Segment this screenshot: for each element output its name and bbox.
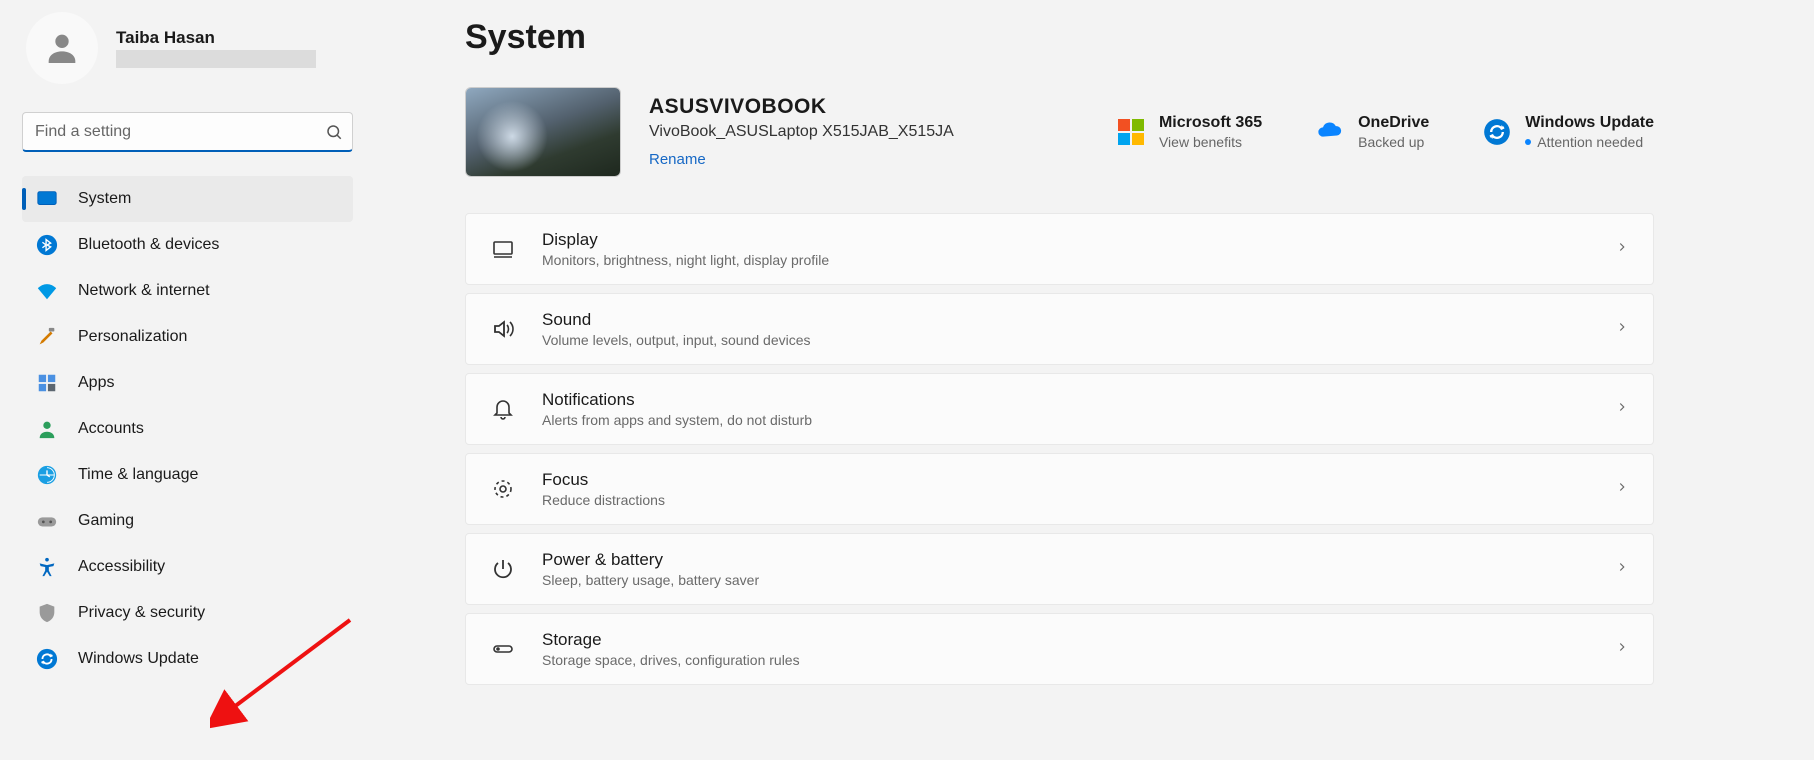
status-sub: Backed up	[1358, 134, 1429, 150]
setting-title: Sound	[542, 310, 811, 330]
paintbrush-icon	[36, 326, 58, 348]
setting-title: Power & battery	[542, 550, 759, 570]
sidebar-item-windows-update[interactable]: Windows Update	[22, 636, 353, 682]
sidebar-nav: System Bluetooth & devices Network & int…	[22, 176, 353, 682]
sidebar-item-label: Gaming	[78, 512, 134, 530]
sidebar-item-privacy[interactable]: Privacy & security	[22, 590, 353, 636]
status-title: Microsoft 365	[1159, 114, 1262, 132]
sidebar-item-personalization[interactable]: Personalization	[22, 314, 353, 360]
bluetooth-icon	[36, 234, 58, 256]
setting-title: Storage	[542, 630, 800, 650]
status-m365[interactable]: Microsoft 365 View benefits	[1117, 114, 1262, 150]
device-name: ASUSVIVOBOOK	[649, 95, 1069, 119]
chevron-right-icon	[1615, 320, 1629, 339]
profile-name: Taiba Hasan	[116, 28, 316, 48]
settings-list: Display Monitors, brightness, night ligh…	[465, 213, 1654, 685]
apps-icon	[36, 372, 58, 394]
rename-link[interactable]: Rename	[649, 151, 706, 168]
device-model: VivoBook_ASUSLaptop X515JAB_X515JA	[649, 123, 1069, 141]
sidebar-item-label: Time & language	[78, 466, 198, 484]
setting-desc: Monitors, brightness, night light, displ…	[542, 252, 829, 268]
setting-desc: Volume levels, output, input, sound devi…	[542, 332, 811, 348]
sidebar-item-bluetooth[interactable]: Bluetooth & devices	[22, 222, 353, 268]
update-icon	[1483, 118, 1511, 146]
sidebar: Taiba Hasan System Bluetooth & devices	[0, 0, 375, 760]
setting-row-notifications[interactable]: Notifications Alerts from apps and syste…	[465, 373, 1654, 445]
update-icon	[36, 648, 58, 670]
device-summary: ASUSVIVOBOOK VivoBook_ASUSLaptop X515JAB…	[465, 87, 1654, 177]
sidebar-item-label: Network & internet	[78, 282, 210, 300]
sidebar-item-label: Windows Update	[78, 650, 199, 668]
setting-row-storage[interactable]: Storage Storage space, drives, configura…	[465, 613, 1654, 685]
chevron-right-icon	[1615, 560, 1629, 579]
profile-email-redacted	[116, 50, 316, 68]
storage-icon	[490, 636, 516, 662]
bell-icon	[490, 396, 516, 422]
power-icon	[490, 556, 516, 582]
focus-icon	[490, 476, 516, 502]
clock-globe-icon	[36, 464, 58, 486]
chevron-right-icon	[1615, 240, 1629, 259]
display-icon	[490, 236, 516, 262]
setting-row-sound[interactable]: Sound Volume levels, output, input, soun…	[465, 293, 1654, 365]
sidebar-item-label: Bluetooth & devices	[78, 236, 219, 254]
chevron-right-icon	[1615, 480, 1629, 499]
sidebar-item-time[interactable]: Time & language	[22, 452, 353, 498]
status-onedrive[interactable]: OneDrive Backed up	[1316, 114, 1429, 150]
status-title: OneDrive	[1358, 114, 1429, 132]
gamepad-icon	[36, 510, 58, 532]
desktop-wallpaper-thumb[interactable]	[465, 87, 621, 177]
main-content: System ASUSVIVOBOOK VivoBook_ASUSLaptop …	[375, 0, 1814, 760]
sidebar-item-network[interactable]: Network & internet	[22, 268, 353, 314]
page-title: System	[465, 18, 1654, 57]
setting-row-focus[interactable]: Focus Reduce distractions	[465, 453, 1654, 525]
setting-title: Display	[542, 230, 829, 250]
sidebar-item-label: System	[78, 190, 131, 208]
status-sub: Attention needed	[1525, 134, 1654, 150]
sidebar-item-label: Privacy & security	[78, 604, 205, 622]
setting-desc: Alerts from apps and system, do not dist…	[542, 412, 812, 428]
status-sub: View benefits	[1159, 134, 1262, 150]
setting-desc: Reduce distractions	[542, 492, 665, 508]
status-windows-update[interactable]: Windows Update Attention needed	[1483, 114, 1654, 150]
sidebar-item-accessibility[interactable]: Accessibility	[22, 544, 353, 590]
account-icon	[36, 418, 58, 440]
person-icon	[42, 28, 82, 68]
sidebar-item-system[interactable]: System	[22, 176, 353, 222]
search-box[interactable]	[22, 112, 353, 152]
chevron-right-icon	[1615, 400, 1629, 419]
sidebar-item-accounts[interactable]: Accounts	[22, 406, 353, 452]
status-title: Windows Update	[1525, 114, 1654, 132]
avatar	[26, 12, 98, 84]
chevron-right-icon	[1615, 640, 1629, 659]
sidebar-item-label: Personalization	[78, 328, 187, 346]
setting-row-display[interactable]: Display Monitors, brightness, night ligh…	[465, 213, 1654, 285]
sidebar-item-label: Apps	[78, 374, 114, 392]
setting-title: Focus	[542, 470, 665, 490]
microsoft-365-icon	[1117, 118, 1145, 146]
attention-dot-icon	[1525, 139, 1531, 145]
shield-icon	[36, 602, 58, 624]
search-input[interactable]	[22, 112, 353, 152]
setting-title: Notifications	[542, 390, 812, 410]
accessibility-icon	[36, 556, 58, 578]
setting-row-power[interactable]: Power & battery Sleep, battery usage, ba…	[465, 533, 1654, 605]
setting-desc: Storage space, drives, configuration rul…	[542, 652, 800, 668]
sidebar-item-gaming[interactable]: Gaming	[22, 498, 353, 544]
setting-desc: Sleep, battery usage, battery saver	[542, 572, 759, 588]
onedrive-icon	[1316, 118, 1344, 146]
profile-block[interactable]: Taiba Hasan	[26, 12, 353, 84]
monitor-icon	[36, 188, 58, 210]
sidebar-item-label: Accounts	[78, 420, 144, 438]
search-icon	[325, 123, 343, 141]
sidebar-item-apps[interactable]: Apps	[22, 360, 353, 406]
sidebar-item-label: Accessibility	[78, 558, 165, 576]
wifi-icon	[36, 280, 58, 302]
sound-icon	[490, 316, 516, 342]
